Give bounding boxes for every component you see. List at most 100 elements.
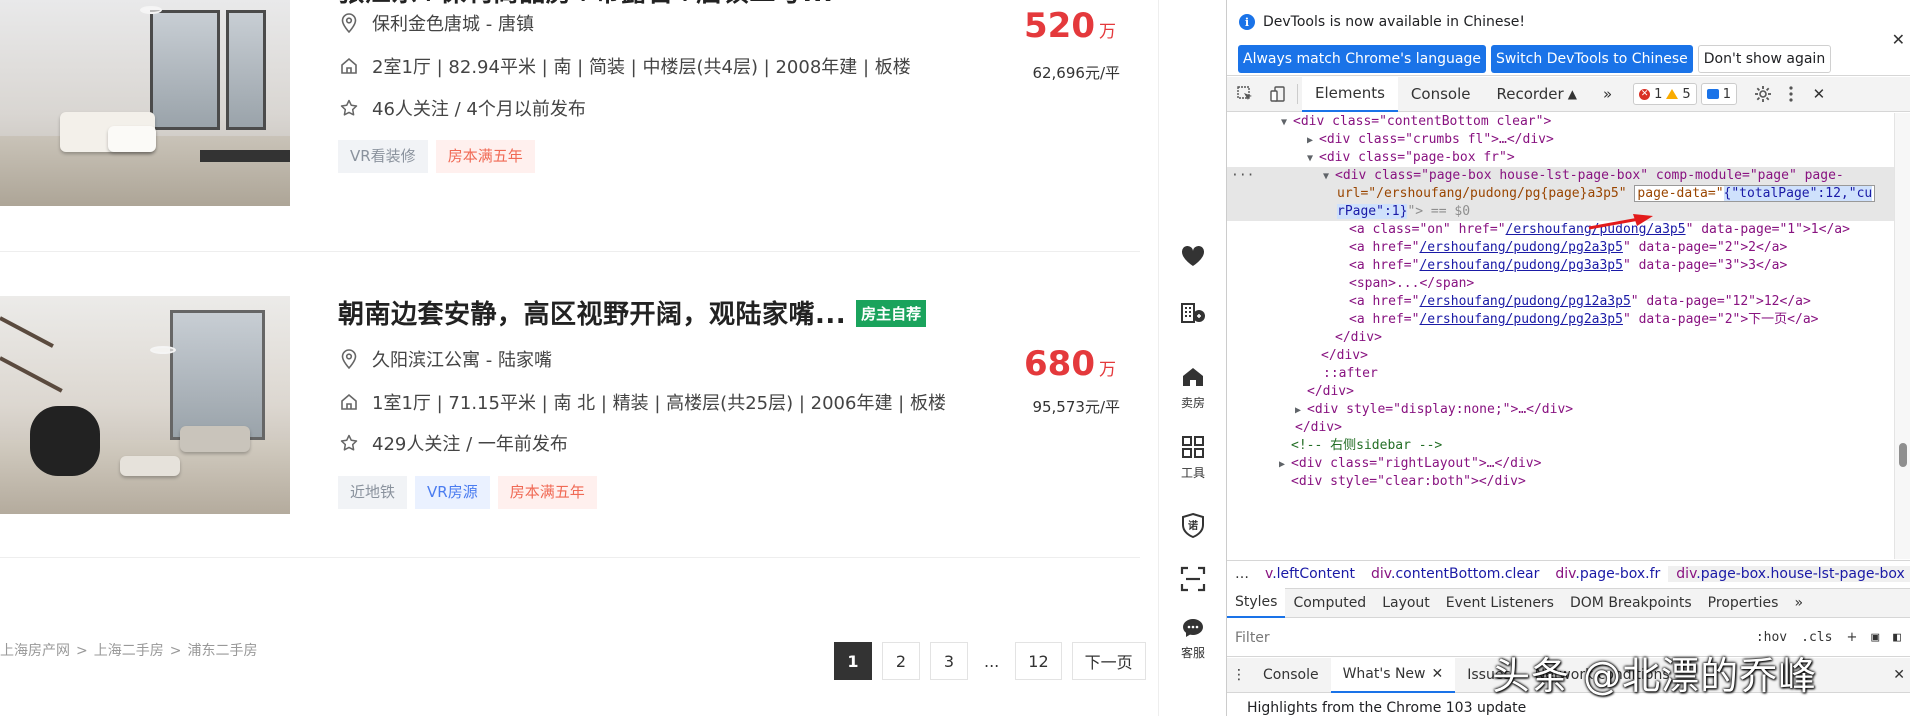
- sidebar-toggle-icon[interactable]: ◧: [1893, 630, 1901, 645]
- listing-location-text[interactable]: 保利金色唐城 - 唐镇: [372, 10, 534, 36]
- favorite-button[interactable]: [1159, 244, 1227, 272]
- dom-node[interactable]: <a href="/ershoufang/pudong/pg2a3p5" dat…: [1349, 311, 1819, 329]
- drawer-tab-console[interactable]: Console: [1251, 658, 1331, 693]
- tab-properties[interactable]: Properties: [1700, 588, 1787, 618]
- dom-crumb-selected[interactable]: div.page-box.house-lst-page-box: [1668, 565, 1910, 582]
- device-toolbar-icon[interactable]: [1263, 77, 1293, 112]
- breadcrumb-separator: >: [169, 643, 182, 659]
- dom-node[interactable]: ▶ <div class="crumbs fl">…</div>: [1307, 131, 1554, 149]
- dom-link[interactable]: /ershoufang/pudong/pg2a3p5: [1419, 312, 1623, 327]
- tab-layout[interactable]: Layout: [1374, 588, 1438, 618]
- dom-node[interactable]: <a href="/ershoufang/pudong/pg3a3p5" dat…: [1349, 257, 1787, 275]
- page-button-3[interactable]: 3: [930, 642, 968, 680]
- page-button-12[interactable]: 12: [1015, 642, 1062, 680]
- tab-recorder[interactable]: Recorder ▲: [1483, 77, 1589, 112]
- drawer-menu-icon[interactable]: ⋮: [1227, 667, 1251, 683]
- scrollbar-thumb[interactable]: [1899, 443, 1907, 467]
- crumbs-more[interactable]: …: [1227, 566, 1257, 582]
- chat-bubble-icon: [1182, 618, 1204, 642]
- plus-icon[interactable]: +: [1846, 630, 1857, 645]
- paint-icon[interactable]: ▣: [1871, 630, 1879, 645]
- dom-node[interactable]: </div>: [1321, 347, 1368, 365]
- dom-node-text: <div class="crumbs fl">…</div>: [1319, 132, 1554, 147]
- next-page-button[interactable]: 下一页: [1071, 642, 1146, 680]
- listing-title[interactable]: 张江东+保利商品房+带露台+唐镇二号...: [338, 0, 834, 9]
- tab-elements[interactable]: Elements: [1302, 76, 1398, 112]
- cls-toggle[interactable]: .cls: [1801, 630, 1832, 645]
- scan-button[interactable]: [1159, 566, 1227, 596]
- switch-to-chinese-button[interactable]: Switch DevTools to Chinese: [1490, 45, 1693, 73]
- dom-node[interactable]: ▶ <div style="display:none;">…</div>: [1295, 401, 1573, 419]
- breadcrumb-item[interactable]: 上海房产网: [0, 643, 70, 659]
- sell-house-button[interactable]: 卖房: [1159, 366, 1227, 411]
- dom-node[interactable]: <a href="/ershoufang/pudong/pg2a3p5" dat…: [1349, 239, 1787, 257]
- dom-node[interactable]: ▶ <div class="rightLayout">…</div>: [1279, 455, 1541, 473]
- calculator-button[interactable]: [1159, 298, 1227, 330]
- more-subtabs-button[interactable]: »: [1786, 588, 1811, 618]
- kebab-menu-icon[interactable]: [1777, 77, 1805, 112]
- listing-follow-text: 429人关注 / 一年前发布: [372, 434, 568, 455]
- listing-photo[interactable]: [0, 0, 290, 206]
- dom-crumb[interactable]: v.leftContent: [1257, 566, 1363, 582]
- dom-node[interactable]: <div style="clear:both"></div>: [1291, 473, 1526, 491]
- screen: 张江东+保利商品房+带露台+唐镇二号... 保利金色唐城 - 唐镇 2室1厅 |…: [0, 0, 1910, 716]
- dom-node[interactable]: </div>: [1335, 329, 1382, 347]
- dom-node[interactable]: </div>: [1307, 383, 1354, 401]
- dom-link[interactable]: /ershoufang/pudong/pg12a3p5: [1419, 294, 1630, 309]
- always-match-language-button[interactable]: Always match Chrome's language: [1238, 45, 1486, 73]
- dom-tree-scrollbar[interactable]: [1894, 113, 1910, 559]
- tools-label: 工具: [1180, 466, 1205, 480]
- page-button-2[interactable]: 2: [882, 642, 920, 680]
- dom-link[interactable]: /ershoufang/pudong/pg2a3p5: [1419, 240, 1623, 255]
- drawer-tab-whats-new[interactable]: What's New ✕: [1330, 657, 1456, 693]
- tab-event-listeners[interactable]: Event Listeners: [1438, 588, 1562, 618]
- tab-styles[interactable]: Styles: [1227, 588, 1286, 618]
- error-warning-counter[interactable]: ✕ 1 5: [1633, 83, 1697, 105]
- listing-title-text[interactable]: 朝南边套安静，高区视野开阔，观陆家嘴...: [338, 300, 846, 330]
- close-drawer-icon[interactable]: ✕: [1893, 667, 1905, 683]
- dom-node[interactable]: <a href="/ershoufang/pudong/pg12a3p5" da…: [1349, 293, 1811, 311]
- dom-crumb[interactable]: div.contentBottom.clear: [1363, 566, 1547, 582]
- dom-node[interactable]: ▼ <div class="contentBottom clear">: [1281, 113, 1551, 131]
- inspect-element-icon[interactable]: [1227, 77, 1263, 112]
- messages-counter[interactable]: 1: [1700, 83, 1737, 105]
- dom-crumb[interactable]: div.page-box.fr: [1547, 566, 1668, 582]
- dom-node-text: <div style="clear:both"></div>: [1291, 474, 1526, 489]
- page-button-1[interactable]: 1: [834, 642, 872, 680]
- promise-button[interactable]: 诺: [1159, 512, 1227, 542]
- dom-node[interactable]: <span>...</span>: [1349, 275, 1474, 293]
- tab-console[interactable]: Console: [1398, 77, 1484, 112]
- dom-node[interactable]: ▼ <div class="page-box fr">: [1307, 149, 1515, 167]
- dom-node-text: <div style="display:none;">…</div>: [1307, 402, 1574, 417]
- styles-filter-input[interactable]: Filter: [1235, 630, 1270, 646]
- price-value: 680: [1024, 344, 1095, 384]
- gear-icon[interactable]: [1749, 77, 1777, 112]
- dom-node-selected[interactable]: rPage":1}"> == $0: [1227, 203, 1895, 221]
- close-tab-icon[interactable]: ✕: [1432, 666, 1444, 682]
- listing-title[interactable]: 朝南边套安静，高区视野开阔，观陆家嘴... 房主自荐: [338, 294, 927, 331]
- breadcrumb-item[interactable]: 上海二手房: [94, 643, 164, 659]
- listing-item[interactable]: 张江东+保利商品房+带露台+唐镇二号... 保利金色唐城 - 唐镇 2室1厅 |…: [0, 0, 1140, 252]
- customer-service-button[interactable]: 客服: [1159, 618, 1227, 661]
- listing-photo[interactable]: [0, 296, 290, 514]
- dom-comment[interactable]: <!-- 右侧sidebar -->: [1291, 437, 1442, 455]
- dom-link[interactable]: /ershoufang/pudong/pg3a3p5: [1419, 258, 1623, 273]
- listing-total-price: 520 万: [1024, 6, 1116, 46]
- listing-item[interactable]: 朝南边套安静，高区视野开阔，观陆家嘴... 房主自荐 久阳滨江公寓 - 陆家嘴 1…: [0, 252, 1140, 558]
- dom-node-selected[interactable]: url="/ershoufang/pudong/pg{page}a3p5" pa…: [1227, 185, 1895, 203]
- hov-toggle[interactable]: :hov: [1756, 630, 1787, 645]
- more-tabs-button[interactable]: »: [1590, 77, 1625, 112]
- tools-button[interactable]: 工具: [1159, 436, 1227, 481]
- close-icon[interactable]: ✕: [1892, 30, 1905, 49]
- dom-node[interactable]: ::after: [1323, 365, 1378, 383]
- tab-dom-breakpoints[interactable]: DOM Breakpoints: [1562, 588, 1700, 618]
- issue-counters[interactable]: ✕ 1 5 1: [1633, 83, 1737, 105]
- listing-location-text[interactable]: 久阳滨江公寓 - 陆家嘴: [372, 346, 552, 372]
- dom-node[interactable]: </div>: [1295, 419, 1342, 437]
- close-devtools-icon[interactable]: ✕: [1805, 77, 1833, 112]
- dom-comment-text: <!-- 右侧sidebar -->: [1291, 438, 1443, 453]
- dont-show-again-button[interactable]: Don't show again: [1697, 45, 1832, 73]
- dom-node-selected[interactable]: ··· ▼ <div class="page-box house-lst-page-…: [1227, 167, 1895, 185]
- breadcrumb-item[interactable]: 浦东二手房: [187, 643, 257, 659]
- tab-computed[interactable]: Computed: [1285, 588, 1374, 618]
